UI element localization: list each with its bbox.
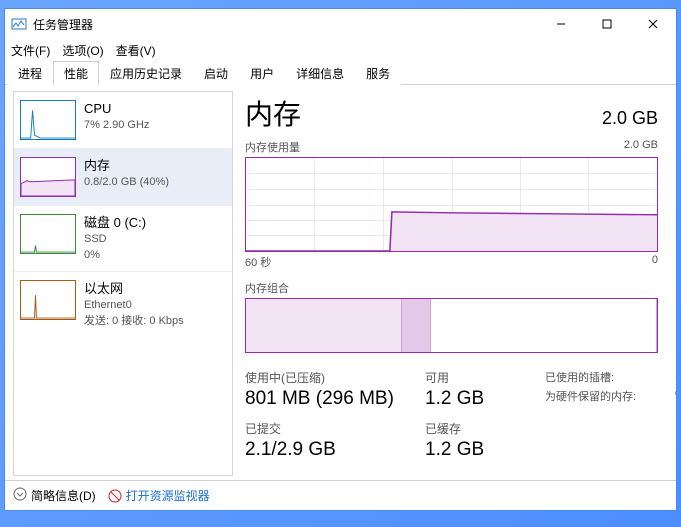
stat-avail-value: 1.2 GB xyxy=(425,388,545,410)
sidebar-item-sub: SSD xyxy=(84,232,146,247)
composition-free xyxy=(431,299,657,352)
axis-right: 0 xyxy=(652,254,658,270)
window-controls xyxy=(538,9,676,39)
memory-thumbnail xyxy=(20,157,76,197)
tab-performance[interactable]: 性能 xyxy=(53,61,99,85)
open-resource-monitor-link[interactable]: 打开资源监视器 xyxy=(108,487,210,504)
sidebar-item-ethernet[interactable]: 以太网 Ethernet0 发送: 0 接收: 0 Kbps xyxy=(14,271,232,337)
sidebar-item-memory[interactable]: 内存 0.8/2.0 GB (40%) xyxy=(14,148,232,205)
sidebar: CPU 7% 2.90 GHz 内存 0.8/2.0 GB (40%) 磁 xyxy=(13,91,233,476)
sidebar-item-sub: 0.8/2.0 GB (40%) xyxy=(84,175,169,190)
cpu-thumbnail xyxy=(20,100,76,140)
stat-cached-label: 已缓存 xyxy=(425,420,545,437)
stat-used-value: 801 MB (296 MB) xyxy=(245,388,425,410)
content-area: CPU 7% 2.90 GHz 内存 0.8/2.0 GB (40%) 磁 xyxy=(5,85,676,480)
sidebar-item-cpu[interactable]: CPU 7% 2.90 GHz xyxy=(14,92,232,148)
tab-services[interactable]: 服务 xyxy=(355,61,401,85)
composition-label: 内存组合 xyxy=(245,280,658,296)
composition-used xyxy=(246,299,402,352)
memory-usage-chart xyxy=(245,157,658,252)
menu-options[interactable]: 选项(O) xyxy=(62,42,103,59)
chevron-down-icon[interactable] xyxy=(13,487,27,504)
sidebar-item-sub: 7% 2.90 GHz xyxy=(84,118,149,133)
tab-users[interactable]: 用户 xyxy=(239,61,285,85)
tab-processes[interactable]: 进程 xyxy=(7,61,53,85)
sidebar-item-sub: Ethernet0 xyxy=(84,298,184,313)
stat-used-label: 使用中(已压缩) xyxy=(245,369,425,386)
tabbar: 进程 性能 应用历史记录 启动 用户 详细信息 服务 xyxy=(5,61,676,85)
sidebar-item-label: 以太网 xyxy=(84,280,184,298)
menu-view[interactable]: 查看(V) xyxy=(116,42,156,59)
minimize-button[interactable] xyxy=(538,9,584,39)
menubar: 文件(F) 选项(O) 查看(V) xyxy=(5,39,676,61)
fewer-details-button[interactable]: 简略信息(D) xyxy=(31,487,96,504)
ethernet-thumbnail xyxy=(20,280,76,320)
stat-slots-value: 1 xyxy=(675,369,676,386)
window-title: 任务管理器 xyxy=(33,16,538,33)
tab-details[interactable]: 详细信息 xyxy=(285,61,355,85)
stat-committed-value: 2.1/2.9 GB xyxy=(245,439,425,461)
stat-cached-value: 1.2 GB xyxy=(425,439,545,461)
sidebar-item-label: 内存 xyxy=(84,157,169,175)
titlebar[interactable]: 任务管理器 xyxy=(5,9,676,39)
stat-committed-label: 已提交 xyxy=(245,420,425,437)
page-title: 内存 xyxy=(245,93,301,133)
close-button[interactable] xyxy=(630,9,676,39)
tab-startup[interactable]: 启动 xyxy=(193,61,239,85)
sidebar-item-label: CPU xyxy=(84,100,149,118)
menu-file[interactable]: 文件(F) xyxy=(11,42,50,59)
main-panel: 内存 2.0 GB 内存使用量 2.0 GB 60 秒 0 内存组合 xyxy=(235,85,676,480)
stat-reserved-value: 0 xyxy=(675,388,676,418)
app-icon xyxy=(11,16,27,32)
memory-stats: 使用中(已压缩) 可用 已使用的插槽: 1 801 MB (296 MB) 1.… xyxy=(245,369,658,469)
sidebar-item-label: 磁盘 0 (C:) xyxy=(84,214,146,232)
sidebar-item-sub2: 发送: 0 接收: 0 Kbps xyxy=(84,314,184,329)
usage-max: 2.0 GB xyxy=(624,139,658,155)
composition-modified xyxy=(402,299,431,352)
stat-slots-label: 已使用的插槽: xyxy=(545,369,675,386)
memory-total: 2.0 GB xyxy=(602,108,658,129)
memory-composition-chart xyxy=(245,298,658,353)
usage-label: 内存使用量 xyxy=(245,139,300,155)
sidebar-item-sub2: 0% xyxy=(84,248,146,263)
resource-monitor-icon xyxy=(108,489,122,503)
statusbar: 简略信息(D) 打开资源监视器 xyxy=(5,480,676,510)
maximize-button[interactable] xyxy=(584,9,630,39)
axis-left: 60 秒 xyxy=(245,254,271,270)
stat-avail-label: 可用 xyxy=(425,369,545,386)
task-manager-window: 任务管理器 文件(F) 选项(O) 查看(V) 进程 性能 应用历史记录 启动 … xyxy=(4,8,677,511)
sidebar-item-disk[interactable]: 磁盘 0 (C:) SSD 0% xyxy=(14,205,232,271)
resource-monitor-label: 打开资源监视器 xyxy=(126,487,210,504)
tab-app-history[interactable]: 应用历史记录 xyxy=(99,61,193,85)
stat-reserved-label: 为硬件保留的内存: xyxy=(545,388,675,418)
disk-thumbnail xyxy=(20,214,76,254)
